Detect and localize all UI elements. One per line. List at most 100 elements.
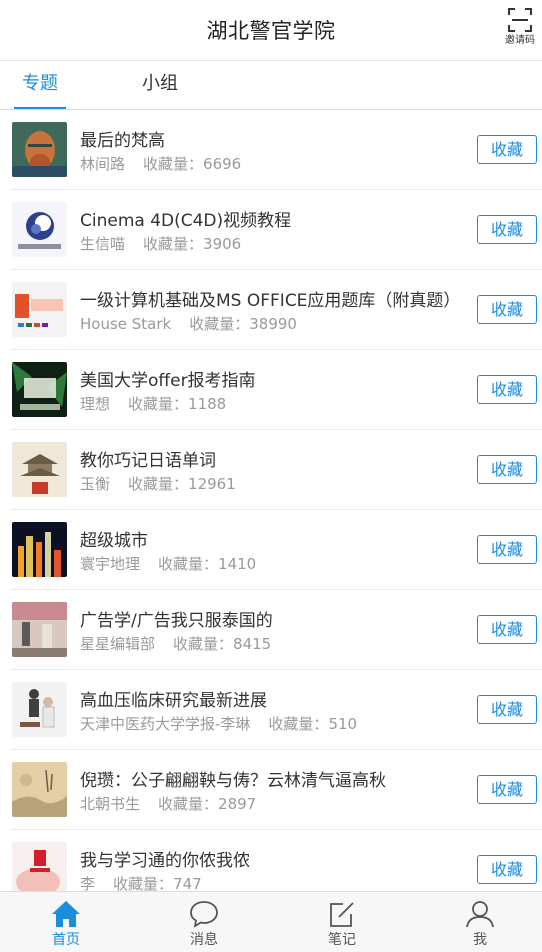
ink-painting-thumbnail — [12, 762, 67, 817]
nav-profile[interactable]: 我 — [450, 900, 510, 948]
item-author: 天津中医药大学学报-李琳 — [80, 715, 251, 733]
item-count: 510 — [328, 715, 358, 733]
topic-list: 最后的梵高 林间路 收藏量：6696 收藏 Cinema 4D(C4D)视频教程 … — [0, 110, 542, 910]
item-count: 6696 — [203, 155, 242, 173]
favorite-button[interactable]: 收藏 — [477, 775, 537, 804]
ivy-league-thumbnail — [12, 362, 67, 417]
list-item[interactable]: 广告学/广告我只服泰国的 星星编辑部 收藏量：8415 收藏 — [0, 590, 542, 670]
japanese-pagoda-thumbnail — [12, 442, 67, 497]
item-meta: 理想 收藏量：1188 — [80, 393, 226, 414]
item-meta: 天津中医药大学学报-李琳 收藏量：510 — [80, 713, 357, 734]
favorite-button[interactable]: 收藏 — [477, 375, 537, 404]
xuexitong-hand-thumbnail — [12, 842, 67, 897]
van-gogh-portrait-thumbnail — [12, 122, 67, 177]
nav-home-label: 首页 — [52, 932, 80, 948]
item-title: 广告学/广告我只服泰国的 — [80, 611, 273, 631]
list-item[interactable]: 教你巧记日语单词 玉衡 收藏量：12961 收藏 — [0, 430, 542, 510]
bottom-nav: 首页 消息 笔记 我 — [0, 891, 542, 952]
item-title: 教你巧记日语单词 — [80, 451, 216, 471]
item-title: 超级城市 — [80, 531, 148, 551]
item-count: 1410 — [218, 555, 257, 573]
list-item[interactable]: 高血压临床研究最新进展 天津中医药大学学报-李琳 收藏量：510 收藏 — [0, 670, 542, 750]
item-title: Cinema 4D(C4D)视频教程 — [80, 211, 292, 231]
tab-groups-label: 小组 — [142, 73, 178, 94]
scan-icon — [508, 8, 532, 32]
advertising-scene-thumbnail — [12, 602, 67, 657]
item-author: 玉衡 — [80, 475, 111, 493]
invite-code-label: 邀请码 — [505, 35, 535, 46]
item-author: 星星编辑部 — [80, 635, 156, 653]
list-item[interactable]: 超级城市 寰宇地理 收藏量：1410 收藏 — [0, 510, 542, 590]
favorite-button[interactable]: 收藏 — [477, 855, 537, 884]
favorite-button[interactable]: 收藏 — [477, 295, 537, 324]
favorite-button[interactable]: 收藏 — [477, 535, 537, 564]
count-label: 收藏量： — [143, 235, 204, 253]
nav-home[interactable]: 首页 — [36, 900, 96, 948]
item-meta: House Stark 收藏量：38990 — [80, 313, 297, 334]
nav-messages[interactable]: 消息 — [174, 900, 234, 948]
favorite-button[interactable]: 收藏 — [477, 615, 537, 644]
item-author: House Stark — [80, 315, 172, 333]
count-label: 收藏量： — [268, 715, 329, 733]
list-item[interactable]: 倪瓒：公子翩翩鞅与俦？云林清气逼高秋 北朝书生 收藏量：2897 收藏 — [0, 750, 542, 830]
item-title: 美国大学offer报考指南 — [80, 371, 256, 391]
item-count: 2897 — [218, 795, 257, 813]
nav-notes[interactable]: 笔记 — [312, 900, 372, 948]
item-count: 1188 — [188, 395, 227, 413]
tab-topics[interactable]: 专题 — [14, 61, 66, 109]
count-label: 收藏量： — [128, 395, 189, 413]
list-item[interactable]: 一级计算机基础及MS OFFICE应用题库（附真题） House Stark 收藏… — [0, 270, 542, 350]
item-author: 生信喵 — [80, 235, 126, 253]
active-tab-indicator — [14, 107, 66, 109]
item-meta: 林间路 收藏量：6696 — [80, 153, 241, 174]
invite-code-button[interactable]: 邀请码 — [504, 8, 536, 52]
item-author: 北朝书生 — [80, 795, 141, 813]
tab-bar: 专题 小组 — [0, 61, 542, 110]
favorite-button[interactable]: 收藏 — [477, 695, 537, 724]
item-meta: 寰宇地理 收藏量：1410 — [80, 553, 256, 574]
count-label: 收藏量： — [189, 315, 250, 333]
count-label: 收藏量： — [173, 635, 234, 653]
message-icon — [190, 901, 218, 928]
favorite-button[interactable]: 收藏 — [477, 135, 537, 164]
office-logo-thumbnail — [12, 282, 67, 337]
nav-notes-label: 笔记 — [328, 932, 356, 948]
tab-groups[interactable]: 小组 — [132, 61, 188, 109]
list-item[interactable]: 最后的梵高 林间路 收藏量：6696 收藏 — [0, 110, 542, 190]
item-author: 林间路 — [80, 155, 126, 173]
item-meta: 星星编辑部 收藏量：8415 — [80, 633, 271, 654]
item-count: 8415 — [233, 635, 272, 653]
item-title: 高血压临床研究最新进展 — [80, 691, 267, 711]
item-count: 3906 — [203, 235, 242, 253]
nav-profile-label: 我 — [473, 932, 487, 948]
favorite-button[interactable]: 收藏 — [477, 215, 537, 244]
item-author: 寰宇地理 — [80, 555, 141, 573]
app-header: 湖北警官学院 邀请码 — [0, 0, 542, 61]
nav-messages-label: 消息 — [190, 932, 218, 948]
item-title: 倪瓒：公子翩翩鞅与俦？云林清气逼高秋 — [80, 771, 386, 791]
item-meta: 北朝书生 收藏量：2897 — [80, 793, 256, 814]
page-title: 湖北警官学院 — [206, 19, 336, 43]
item-title: 一级计算机基础及MS OFFICE应用题库（附真题） — [80, 291, 461, 311]
count-label: 收藏量： — [143, 155, 204, 173]
count-label: 收藏量： — [158, 795, 219, 813]
item-count: 12961 — [188, 475, 236, 493]
item-title: 最后的梵高 — [80, 131, 165, 151]
list-item[interactable]: Cinema 4D(C4D)视频教程 生信喵 收藏量：3906 收藏 — [0, 190, 542, 270]
cinema4d-logo-thumbnail — [12, 202, 67, 257]
tab-topics-label: 专题 — [22, 73, 58, 94]
item-title: 我与学习通的你侬我侬 — [80, 851, 250, 871]
medical-consultation-thumbnail — [12, 682, 67, 737]
count-label: 收藏量： — [158, 555, 219, 573]
item-count: 38990 — [249, 315, 297, 333]
count-label: 收藏量： — [128, 475, 189, 493]
home-icon — [52, 901, 80, 927]
profile-icon — [466, 901, 494, 928]
item-author: 理想 — [80, 395, 111, 413]
list-item[interactable]: 美国大学offer报考指南 理想 收藏量：1188 收藏 — [0, 350, 542, 430]
note-icon — [330, 902, 354, 927]
item-meta: 生信喵 收藏量：3906 — [80, 233, 241, 254]
night-city-thumbnail — [12, 522, 67, 577]
item-meta: 玉衡 收藏量：12961 — [80, 473, 236, 494]
favorite-button[interactable]: 收藏 — [477, 455, 537, 484]
